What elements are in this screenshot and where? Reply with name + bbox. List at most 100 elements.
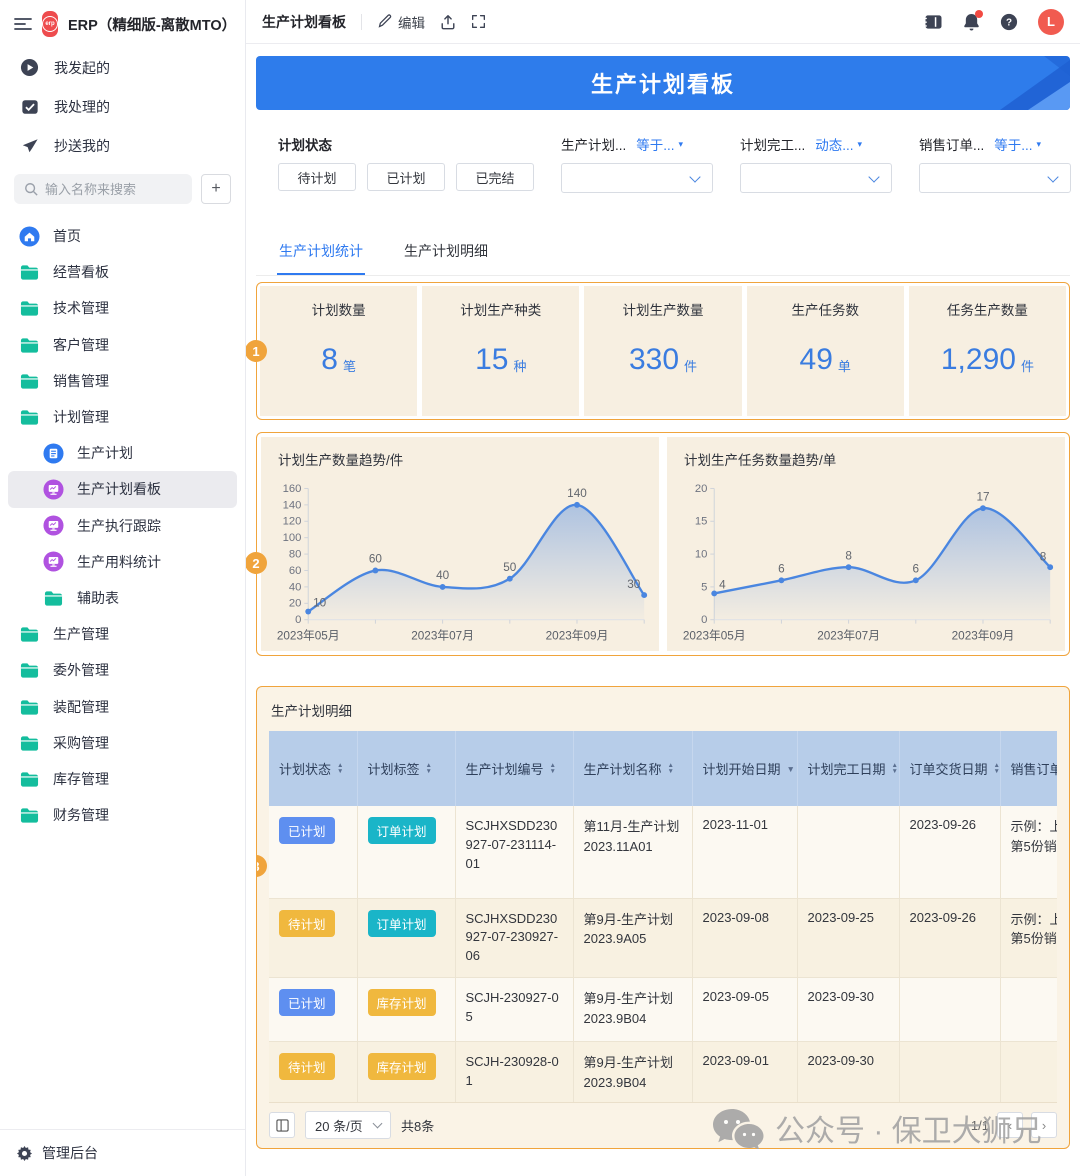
sidebar-item-label: 库存管理 bbox=[53, 770, 109, 787]
pagination-bar: 20 条/页 共8条 1/1 ‹ › bbox=[269, 1102, 1057, 1140]
table-row-3[interactable]: 待计划 库存计划 SCJH-230928-01 第9月-生产计划 2023.9B04 2… bbox=[269, 1041, 1057, 1102]
stat-label: 计划生产种类 bbox=[460, 303, 542, 318]
sort-icon[interactable]: ▲ ▼ bbox=[994, 763, 1000, 774]
column-header-2[interactable]: 生产计划编号 ▲ ▼ bbox=[455, 731, 574, 806]
filter-operator[interactable]: 动态... ▾ bbox=[815, 134, 862, 154]
sidebar-item-3[interactable]: 客户管理 bbox=[8, 327, 237, 363]
table-columns-icon[interactable] bbox=[269, 1112, 295, 1138]
status-filter-button-2[interactable]: 已完结 bbox=[456, 163, 534, 191]
column-header-7[interactable]: 销售订单 bbox=[1000, 731, 1057, 806]
plan-detail-table: 计划状态 ▲ ▼ 计划标签 ▲ ▼ 生产计划编号 ▲ ▼ 生产计划名称 ▲ ▼ 计划开始日期 ▼ 计划完工日… bbox=[269, 731, 1057, 1102]
filter-select[interactable] bbox=[919, 163, 1071, 193]
tag-badge: 订单计划 bbox=[367, 909, 436, 937]
tab-1[interactable]: 生产计划明细 bbox=[402, 226, 490, 275]
sort-icon[interactable]: ▲ ▼ bbox=[337, 763, 343, 774]
table-row-1[interactable]: 待计划 订单计划 SCJHXSDD230927-07-230927-06 第9月-生产… bbox=[269, 898, 1057, 979]
sidebar-item-11[interactable]: 生产管理 bbox=[8, 616, 237, 652]
svg-text:2023年05月: 2023年05月 bbox=[683, 628, 746, 642]
sidebar-item-15[interactable]: 库存管理 bbox=[8, 761, 237, 797]
column-header-3[interactable]: 生产计划名称 ▲ ▼ bbox=[573, 731, 693, 806]
sort-icon[interactable]: ▲ ▼ bbox=[892, 763, 898, 774]
add-button[interactable]: + bbox=[201, 174, 231, 204]
plan-status-buttons: 待计划 已计划 已完结 bbox=[278, 163, 534, 191]
status-badge: 待计划 bbox=[279, 909, 335, 937]
filter-operator[interactable]: 等于... ▾ bbox=[636, 134, 683, 154]
edit-label: 编辑 bbox=[398, 15, 425, 31]
sidebar-item-16[interactable]: 财务管理 bbox=[8, 797, 237, 833]
user-avatar[interactable]: L bbox=[1038, 8, 1064, 35]
quick-link-2[interactable]: 抄送我的 bbox=[0, 126, 245, 165]
sort-icon[interactable]: ▲ ▼ bbox=[550, 763, 556, 774]
sidebar-item-7[interactable]: 生产计划看板 bbox=[8, 471, 237, 508]
help-icon[interactable]: ? bbox=[1000, 13, 1018, 31]
quick-link-0[interactable]: 我发起的 bbox=[0, 48, 245, 87]
share-icon[interactable] bbox=[440, 14, 456, 30]
sidebar-item-13[interactable]: 装配管理 bbox=[8, 688, 237, 724]
sidebar-item-9[interactable]: 生产用料统计 bbox=[8, 544, 237, 580]
pagination-controls: 1/1 ‹ › bbox=[971, 1112, 1057, 1138]
table-viewport[interactable]: 计划状态 ▲ ▼ 计划标签 ▲ ▼ 生产计划编号 ▲ ▼ 生产计划名称 ▲ ▼ 计划开始日期 ▼ 计划完工日… bbox=[269, 731, 1057, 1102]
sort-icon[interactable]: ▲ ▼ bbox=[668, 763, 674, 774]
search-box[interactable] bbox=[14, 174, 192, 204]
next-page-button[interactable]: › bbox=[1031, 1112, 1057, 1138]
sort-icon[interactable]: ▲ ▼ bbox=[426, 763, 432, 774]
page-title: 生产计划看板 bbox=[262, 13, 346, 30]
admin-console-link[interactable]: 管理后台 bbox=[0, 1129, 245, 1176]
sidebar-item-label: 生产执行跟踪 bbox=[77, 517, 161, 534]
sidebar-item-1[interactable]: 经营看板 bbox=[8, 254, 237, 290]
svg-text:10: 10 bbox=[695, 549, 708, 561]
filter-select[interactable] bbox=[561, 163, 713, 193]
filter-operator[interactable]: 等于... ▾ bbox=[994, 134, 1041, 154]
column-header-inner: 计划开始日期 ▼ bbox=[702, 759, 795, 778]
caret-down-icon: ▾ bbox=[857, 138, 863, 149]
table-row-2[interactable]: 已计划 库存计划 SCJH-230927-05 第9月-生产计划 2023.9B04 2… bbox=[269, 977, 1057, 1043]
sidebar-item-12[interactable]: 委外管理 bbox=[8, 652, 237, 688]
folder-icon bbox=[43, 587, 64, 608]
column-label: 计划状态 bbox=[279, 762, 332, 777]
filter-bar: 计划状态 待计划 已计划 已完结 生产计划... 等于... ▾ 计划完工... 动态...… bbox=[256, 125, 1071, 211]
svg-text:40: 40 bbox=[436, 569, 450, 582]
panel-toggle-icon[interactable] bbox=[924, 14, 943, 30]
stat-card-2: 计划生产数量 330 件 bbox=[584, 286, 742, 416]
erp-logo-text: erp bbox=[42, 16, 58, 32]
tab-0[interactable]: 生产计划统计 bbox=[277, 226, 365, 275]
tag-cell: 库存计划 bbox=[357, 1041, 456, 1102]
topbar-divider bbox=[361, 13, 362, 30]
quick-link-1[interactable]: 我处理的 bbox=[0, 87, 245, 126]
sidebar-item-4[interactable]: 销售管理 bbox=[8, 363, 237, 399]
sidebar-item-0[interactable]: 首页 bbox=[8, 218, 237, 254]
sidebar-item-2[interactable]: 技术管理 bbox=[8, 290, 237, 326]
notifications-bell-icon[interactable] bbox=[963, 9, 983, 31]
plan-code-cell: SCJH-230928-01 bbox=[455, 1041, 574, 1102]
quantity-trend-chart: 0 20 40 60 80 100 120 140 160 2023年05月 2023年07月 202… bbox=[271, 469, 653, 647]
filter-select[interactable] bbox=[740, 163, 892, 193]
column-header-5[interactable]: 计划完工日期 ▲ ▼ bbox=[797, 731, 900, 806]
prev-page-button[interactable]: ‹ bbox=[997, 1112, 1023, 1138]
column-header-6[interactable]: 订单交货日期 ▲ ▼ bbox=[899, 731, 1001, 806]
page-size-select[interactable]: 20 条/页 bbox=[305, 1111, 391, 1139]
status-filter-button-0[interactable]: 待计划 bbox=[278, 163, 356, 191]
status-badge: 已计划 bbox=[279, 817, 335, 844]
column-label: 计划开始日期 bbox=[702, 762, 781, 777]
sidebar-item-5[interactable]: 计划管理 bbox=[8, 399, 237, 435]
collapse-menu-icon[interactable] bbox=[14, 17, 32, 31]
sidebar-item-8[interactable]: 生产执行跟踪 bbox=[8, 508, 237, 544]
column-header-1[interactable]: 计划标签 ▲ ▼ bbox=[357, 731, 456, 806]
svg-text:120: 120 bbox=[283, 516, 302, 528]
sidebar-item-14[interactable]: 采购管理 bbox=[8, 725, 237, 761]
search-input[interactable] bbox=[45, 181, 182, 197]
fullscreen-icon[interactable] bbox=[471, 14, 486, 29]
status-filter-button-1[interactable]: 已计划 bbox=[367, 163, 445, 191]
svg-text:0: 0 bbox=[295, 614, 301, 626]
sidebar-item-10[interactable]: 辅助表 bbox=[8, 580, 237, 616]
sort-desc-icon[interactable]: ▼ bbox=[787, 764, 795, 774]
status-badge: 已计划 bbox=[279, 989, 335, 1017]
sidebar-item-6[interactable]: 生产计划 bbox=[8, 435, 237, 471]
column-header-4[interactable]: 计划开始日期 ▼ bbox=[692, 731, 798, 806]
edit-button[interactable]: 编辑 bbox=[377, 12, 425, 32]
banner-title: 生产计划看板 bbox=[590, 72, 735, 97]
table-row-0[interactable]: 已计划 订单计划 SCJHXSDD230927-07-231114-01 第11月-生… bbox=[269, 806, 1057, 899]
column-header-0[interactable]: 计划状态 ▲ ▼ bbox=[269, 731, 358, 806]
folder-icon bbox=[19, 660, 40, 681]
sidebar-item-label: 装配管理 bbox=[53, 698, 109, 715]
